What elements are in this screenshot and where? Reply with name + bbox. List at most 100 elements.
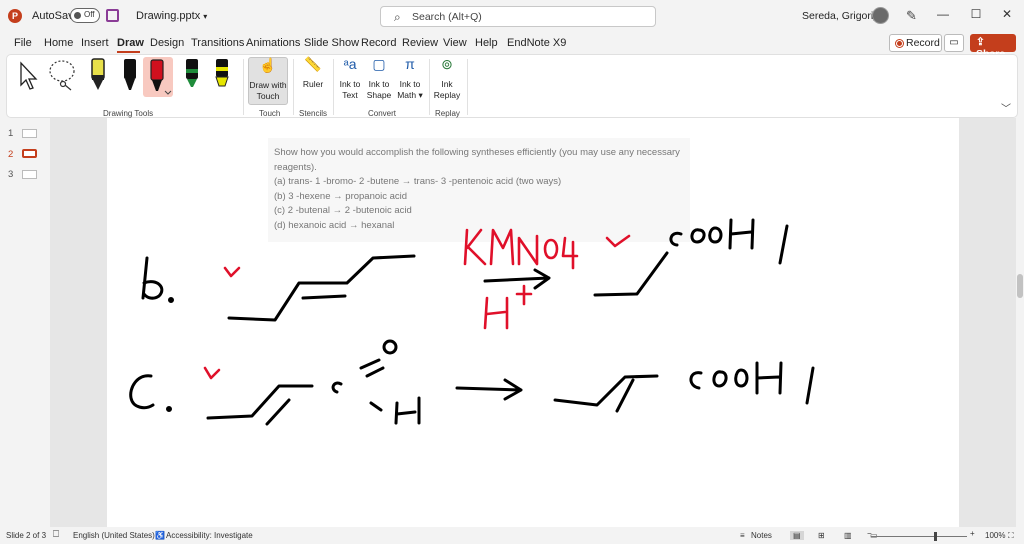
draw-with-touch-button[interactable]: ☝ Draw with Touch — [248, 57, 288, 105]
tab-animations[interactable]: Animations — [246, 37, 300, 49]
slide-thumbnail-2[interactable] — [22, 149, 37, 158]
cursor-arrow-icon — [20, 61, 38, 90]
ink-hexene-skeleton — [227, 254, 416, 322]
red-pen-icon — [150, 59, 172, 95]
record-icon — [896, 40, 903, 47]
ink-to-text-button[interactable]: ᵃa Ink to Text — [337, 57, 363, 101]
zoom-level[interactable]: 100% — [985, 531, 1005, 540]
pencil-icon — [91, 58, 105, 90]
ink-to-math-icon: π — [405, 56, 415, 72]
collapse-ribbon-icon[interactable]: ﹀ — [1001, 100, 1011, 115]
slide-thumbnail-1[interactable] — [22, 129, 37, 138]
notes-button[interactable]: Notes — [751, 531, 772, 540]
pen-icon[interactable]: ✎ — [906, 8, 917, 24]
thumbnail-number: 3 — [8, 169, 14, 180]
ruler-label: Ruler — [302, 79, 324, 89]
ink-to-shape-button[interactable]: ▢ Ink to Shape — [365, 57, 393, 101]
thumbnail-number: 1 — [8, 128, 14, 139]
ink-drawing[interactable] — [107, 118, 959, 527]
zoom-in-button[interactable]: + — [970, 529, 975, 538]
vertical-scrollbar[interactable] — [1016, 118, 1024, 527]
ink-kmno4-k — [463, 228, 487, 266]
zoom-slider[interactable] — [871, 536, 967, 537]
tab-draw[interactable]: Draw — [117, 37, 144, 49]
tab-insert[interactable]: Insert — [81, 37, 109, 49]
green-pen-icon — [186, 59, 198, 87]
tab-view[interactable]: View — [443, 37, 467, 49]
reading-view-icon[interactable]: ▥ — [844, 531, 852, 540]
ink-product-skeleton — [553, 374, 659, 407]
group-label-stencils: Stencils — [299, 109, 328, 118]
slide-sorter-icon[interactable]: ⊞ — [818, 531, 825, 540]
group-label-touch: Touch — [259, 109, 281, 118]
ink-carbonyl — [331, 358, 385, 394]
highlighter-button[interactable] — [209, 57, 235, 93]
document-title[interactable]: Drawing.pptx ▾ — [136, 10, 207, 22]
ink-replay-button[interactable]: ⊚ Ink Replay — [432, 57, 462, 101]
ink-red-check — [203, 366, 221, 380]
search-icon: ⌕ — [394, 10, 401, 24]
share-button[interactable]: ⇪ Share — [970, 34, 1016, 60]
tab-help[interactable]: Help — [475, 37, 498, 49]
tab-slide-show[interactable]: Slide Show — [304, 37, 359, 49]
ink-double-bond — [265, 398, 291, 426]
draw-with-touch-label-2: Touch — [256, 91, 280, 101]
tab-file[interactable]: File — [14, 37, 32, 49]
fit-to-window-icon[interactable]: ⛶ — [1008, 531, 1014, 541]
red-pen-button[interactable] — [143, 57, 173, 97]
ink-red-check — [223, 266, 241, 278]
ribbon-tabs: File Home Insert Draw Design Transitions… — [0, 32, 1024, 54]
language-status[interactable]: English (United States) — [73, 531, 155, 540]
ink-dot — [168, 297, 174, 303]
powerpoint-logo-icon: P — [8, 9, 22, 23]
tab-record[interactable]: Record — [361, 37, 396, 49]
lasso-icon — [49, 60, 75, 91]
chevron-down-icon: ▾ — [203, 12, 208, 21]
highlighter-icon — [215, 59, 229, 87]
comment-icon: ▭ — [949, 37, 959, 48]
ink-to-shape-label-1: Ink to — [368, 79, 390, 89]
ink-to-text-label-1: Ink to — [339, 79, 361, 89]
record-label: Record — [906, 37, 940, 49]
pencil-pen-button[interactable] — [85, 57, 111, 93]
accessibility-status[interactable]: Accessibility: Investigate — [166, 531, 253, 540]
ruler-button[interactable]: 📏 Ruler — [298, 57, 328, 90]
title-bar: P AutoSave Off Drawing.pptx ▾ ⌕ Search (… — [0, 0, 1024, 32]
notes-icon: ≡ — [740, 531, 745, 540]
thumbnail-number: 2 — [8, 149, 14, 160]
tab-review[interactable]: Review — [402, 37, 438, 49]
tab-transitions[interactable]: Transitions — [191, 37, 244, 49]
ink-kmno4-m — [489, 228, 515, 266]
spelling-icon[interactable]: ⎕ — [53, 529, 59, 540]
search-placeholder: Search (Alt+Q) — [412, 11, 482, 23]
comments-button[interactable]: ▭ — [944, 34, 964, 52]
scrollbar-thumb[interactable] — [1017, 274, 1023, 298]
tab-home[interactable]: Home — [44, 37, 73, 49]
close-button[interactable]: ✕ — [997, 7, 1017, 21]
zoom-slider-handle[interactable] — [934, 532, 937, 541]
search-input[interactable]: ⌕ Search (Alt+Q) — [380, 6, 656, 27]
maximize-button[interactable]: ☐ — [966, 7, 986, 21]
tab-endnote[interactable]: EndNote X9 — [507, 37, 566, 49]
autosave-toggle[interactable]: Off — [70, 8, 100, 23]
normal-view-icon[interactable]: ▤ — [790, 531, 804, 540]
ink-letter-b — [141, 256, 164, 300]
black-pen-button[interactable] — [117, 57, 143, 93]
slide-thumbnail-3[interactable] — [22, 170, 37, 179]
minimize-button[interactable]: — — [933, 7, 953, 21]
ink-to-math-button[interactable]: π Ink to Math ▾ — [395, 56, 425, 101]
record-button[interactable]: Record — [889, 34, 942, 52]
tab-design[interactable]: Design — [150, 37, 184, 49]
ink-double-bond — [301, 294, 347, 300]
ink-aldehyde-h — [369, 396, 421, 425]
separator — [243, 59, 244, 115]
touch-hand-icon: ☝ — [259, 57, 277, 73]
select-tool-button[interactable] — [15, 57, 41, 93]
lasso-select-button[interactable] — [47, 57, 75, 93]
save-icon[interactable] — [106, 9, 119, 22]
chevron-down-icon: ▾ — [418, 90, 423, 100]
avatar[interactable] — [872, 7, 889, 24]
toggle-knob-icon — [74, 12, 81, 19]
green-pen-button[interactable] — [179, 57, 205, 93]
ink-oxygen — [382, 339, 398, 355]
